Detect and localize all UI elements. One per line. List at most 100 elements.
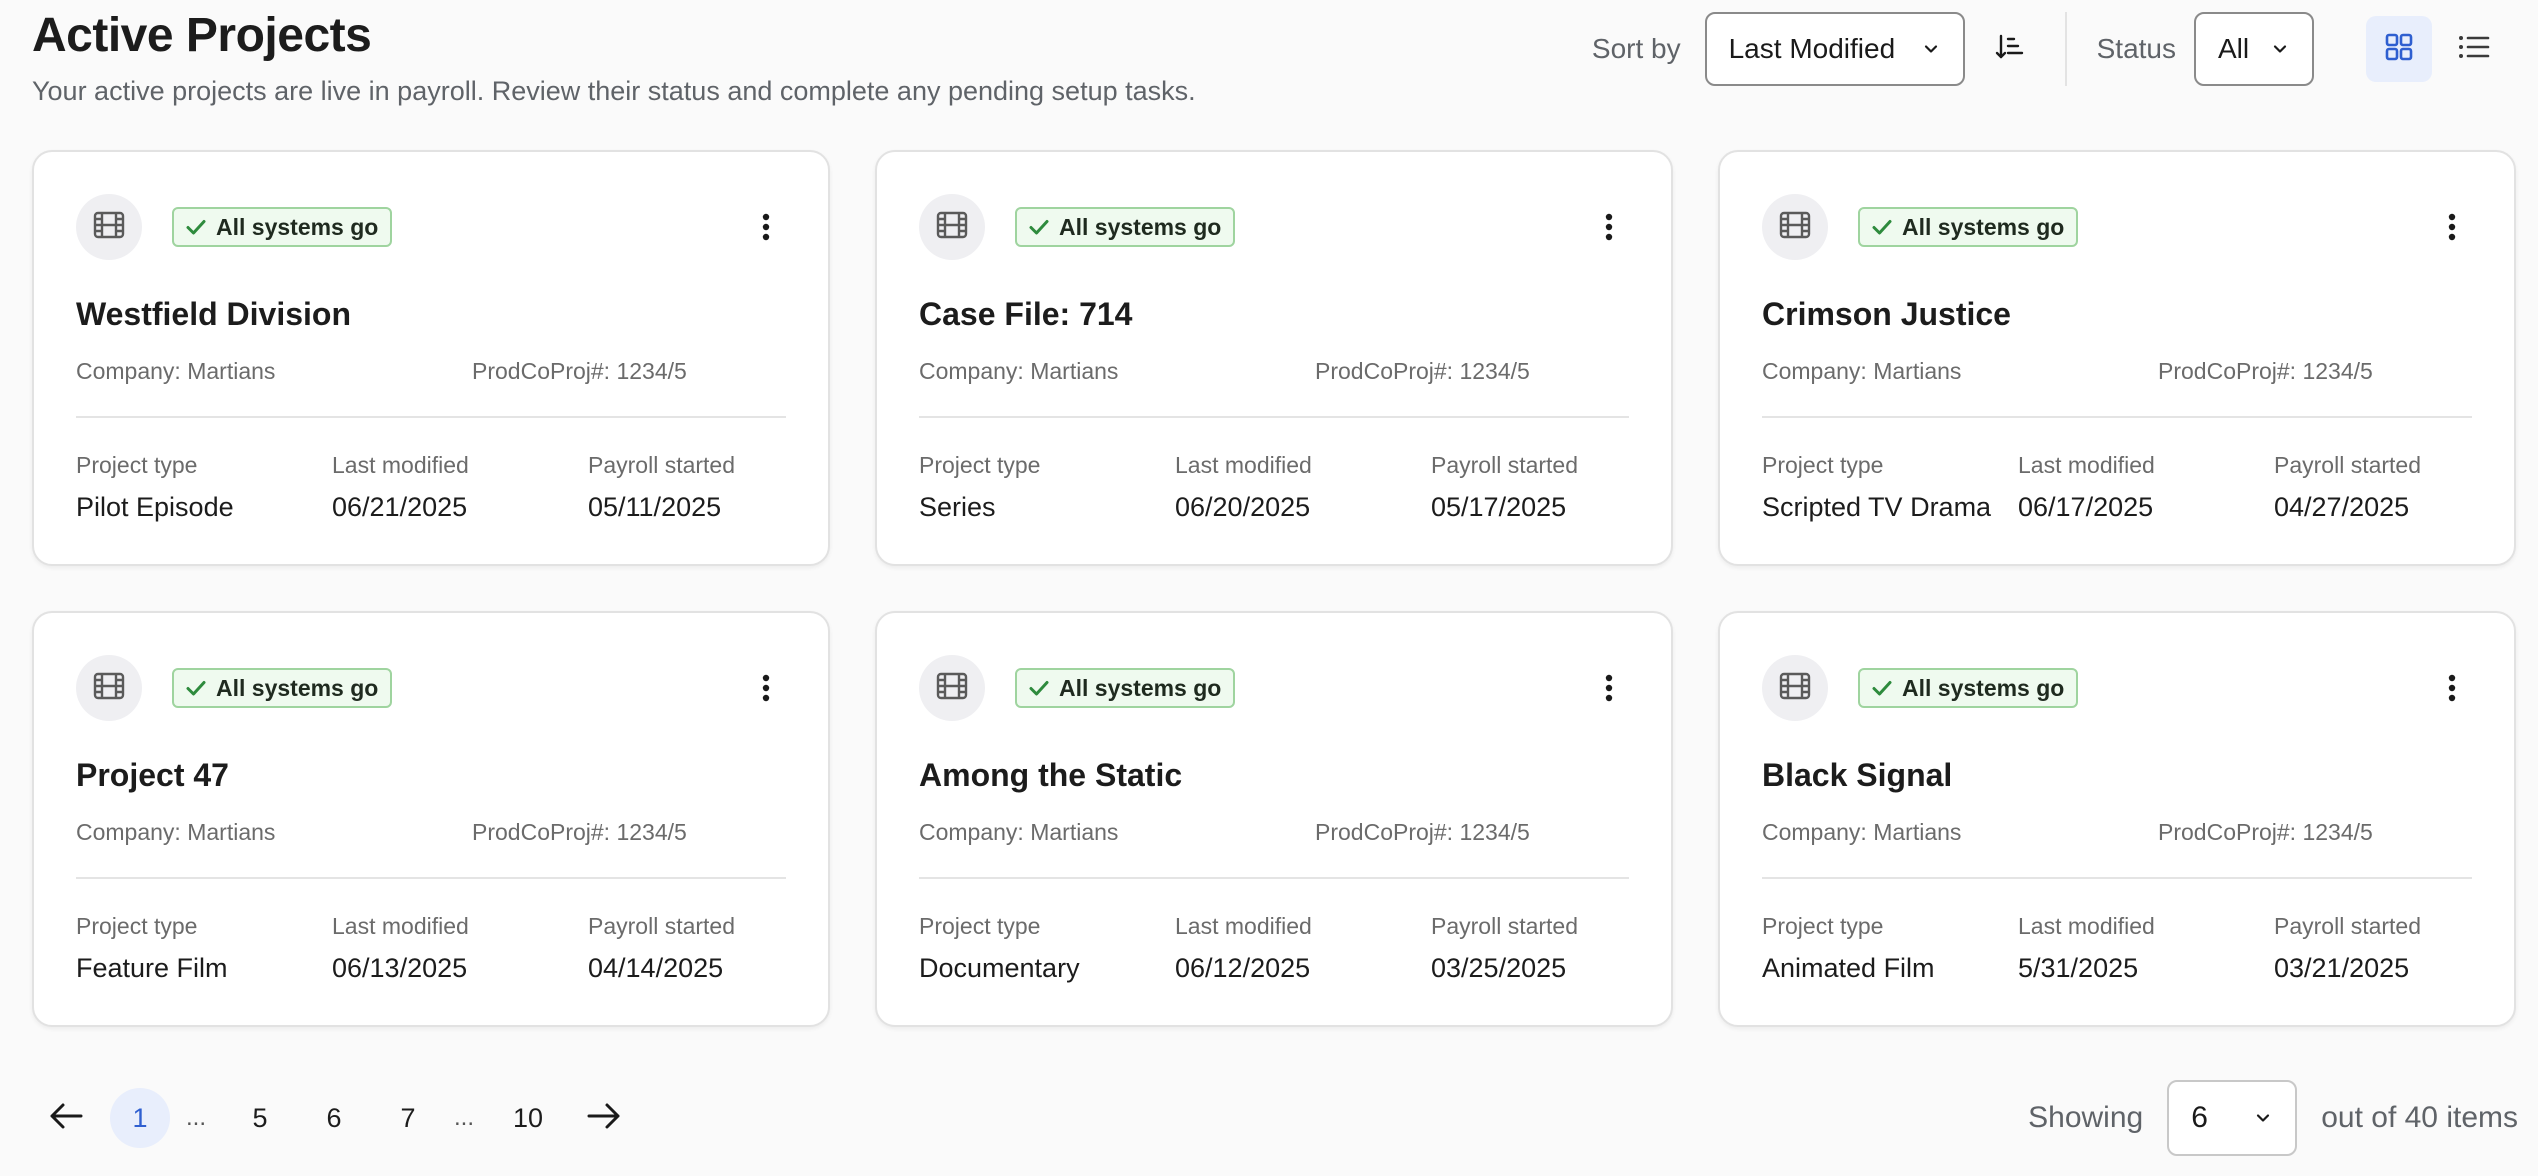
project-type-value: Series	[919, 492, 996, 522]
card-divider	[1762, 416, 2472, 418]
project-card[interactable]: All systems go Black Signal Company: Mar…	[1718, 611, 2516, 1027]
project-icon	[1762, 655, 1828, 721]
page-10-button[interactable]: 10	[498, 1088, 558, 1148]
payroll-started-value: 03/21/2025	[2274, 953, 2410, 983]
prodco-project-number: ProdCoProj#: 1234/5	[2158, 358, 2373, 384]
page-5-button[interactable]: 5	[230, 1088, 290, 1148]
project-meta: Company: Martians ProdCoProj#: 1234/5	[76, 356, 786, 386]
previous-page-button[interactable]	[36, 1088, 96, 1148]
page-title: Active Projects	[32, 9, 372, 62]
project-title[interactable]: Crimson Justice	[1762, 294, 2011, 334]
chevron-down-icon	[1921, 39, 1941, 59]
pagination-ellipsis: ...	[185, 1104, 206, 1131]
status-badge: All systems go	[1858, 207, 2079, 247]
card-divider	[1762, 877, 2472, 879]
project-icon	[919, 194, 985, 260]
payroll-started-stat: Payroll started 03/21/2025	[2274, 911, 2421, 985]
film-icon	[935, 210, 969, 245]
project-icon	[76, 194, 142, 260]
page-6-button[interactable]: 6	[304, 1088, 364, 1148]
page-7-button[interactable]: 7	[378, 1088, 438, 1148]
card-menu-button[interactable]	[746, 207, 786, 247]
project-meta: Company: Martians ProdCoProj#: 1234/5	[919, 356, 1629, 386]
company-name: Company: Martians	[76, 358, 276, 384]
company-name: Company: Martians	[1762, 819, 1962, 845]
kebab-menu-icon	[1604, 212, 1614, 242]
payroll-started-label: Payroll started	[2274, 452, 2422, 478]
card-divider	[919, 416, 1629, 418]
payroll-started-value: 05/11/2025	[588, 492, 722, 522]
payroll-started-value: 05/17/2025	[1431, 492, 1567, 522]
project-card[interactable]: All systems go Westfield Division Compan…	[32, 150, 830, 566]
kebab-menu-icon	[1604, 673, 1614, 703]
status-badge: All systems go	[1858, 668, 2079, 708]
payroll-started-label: Payroll started	[1431, 913, 1579, 939]
project-icon	[76, 655, 142, 721]
grid-view-button[interactable]	[2366, 16, 2432, 82]
prodco-project-number: ProdCoProj#: 1234/5	[472, 358, 687, 384]
project-type-stat: Project type Scripted TV Drama	[1762, 450, 1991, 524]
card-menu-button[interactable]	[2432, 668, 2472, 708]
last-modified-value: 06/20/2025	[1175, 492, 1311, 522]
last-modified-value: 06/13/2025	[332, 953, 468, 983]
last-modified-stat: Last modified 06/20/2025	[1175, 450, 1312, 524]
status-label: Status	[2096, 33, 2176, 64]
project-type-label: Project type	[76, 452, 198, 478]
page-size-select[interactable]: 6	[2167, 1080, 2298, 1156]
last-modified-value: 5/31/2025	[2018, 953, 2139, 983]
project-card[interactable]: All systems go Crimson Justice Company: …	[1718, 150, 2516, 566]
payroll-started-stat: Payroll started 03/25/2025	[1431, 911, 1578, 985]
total-items-text: out of 40 items	[2321, 1101, 2518, 1134]
card-header: All systems go	[919, 655, 1629, 721]
last-modified-stat: Last modified 06/13/2025	[332, 911, 469, 985]
last-modified-value: 06/12/2025	[1175, 953, 1311, 983]
card-menu-button[interactable]	[1589, 207, 1629, 247]
project-type-stat: Project type Animated Film	[1762, 911, 1935, 985]
project-title[interactable]: Project 47	[76, 755, 229, 795]
check-icon	[184, 215, 216, 239]
page-subtitle: Your active projects are live in payroll…	[32, 76, 1196, 106]
kebab-menu-icon	[761, 212, 771, 242]
project-type-label: Project type	[919, 452, 1041, 478]
last-modified-value: 06/17/2025	[2018, 492, 2154, 522]
list-view-button[interactable]	[2442, 17, 2506, 81]
sort-label: Sort by	[1591, 33, 1681, 64]
project-title[interactable]: Westfield Division	[76, 294, 351, 334]
status-badge: All systems go	[172, 668, 393, 708]
card-menu-button[interactable]	[746, 668, 786, 708]
project-icon	[1762, 194, 1828, 260]
status-select-value: All	[2218, 33, 2250, 64]
project-type-stat: Project type Feature Film	[76, 911, 228, 985]
payroll-started-stat: Payroll started 05/17/2025	[1431, 450, 1578, 524]
page-1-button[interactable]: 1	[110, 1088, 170, 1148]
kebab-menu-icon	[2447, 673, 2457, 703]
film-icon	[935, 671, 969, 706]
payroll-started-label: Payroll started	[2274, 913, 2422, 939]
last-modified-label: Last modified	[1175, 913, 1312, 939]
project-card[interactable]: All systems go Case File: 714 Company: M…	[875, 150, 1673, 566]
project-title[interactable]: Black Signal	[1762, 755, 1952, 795]
prodco-project-number: ProdCoProj#: 1234/5	[1315, 819, 1530, 845]
company-name: Company: Martians	[919, 358, 1119, 384]
sort-direction-button[interactable]	[1977, 17, 2041, 81]
film-icon	[1778, 671, 1812, 706]
check-icon	[1870, 215, 1902, 239]
next-page-button[interactable]	[574, 1088, 634, 1148]
card-divider	[919, 877, 1629, 879]
status-badge-label: All systems go	[1059, 213, 1222, 240]
status-badge-label: All systems go	[216, 213, 379, 240]
chevron-down-icon	[2270, 39, 2290, 59]
project-type-label: Project type	[919, 913, 1041, 939]
project-title[interactable]: Case File: 714	[919, 294, 1132, 334]
status-badge-label: All systems go	[1902, 213, 2065, 240]
sort-select[interactable]: Last Modified	[1704, 12, 1965, 86]
project-type-stat: Project type Pilot Episode	[76, 450, 234, 524]
project-card[interactable]: All systems go Among the Static Company:…	[875, 611, 1673, 1027]
project-title[interactable]: Among the Static	[919, 755, 1182, 795]
status-select[interactable]: All	[2194, 12, 2314, 86]
last-modified-label: Last modified	[332, 913, 469, 939]
project-card[interactable]: All systems go Project 47 Company: Marti…	[32, 611, 830, 1027]
card-menu-button[interactable]	[1589, 668, 1629, 708]
project-meta: Company: Martians ProdCoProj#: 1234/5	[1762, 817, 2472, 847]
card-menu-button[interactable]	[2432, 207, 2472, 247]
